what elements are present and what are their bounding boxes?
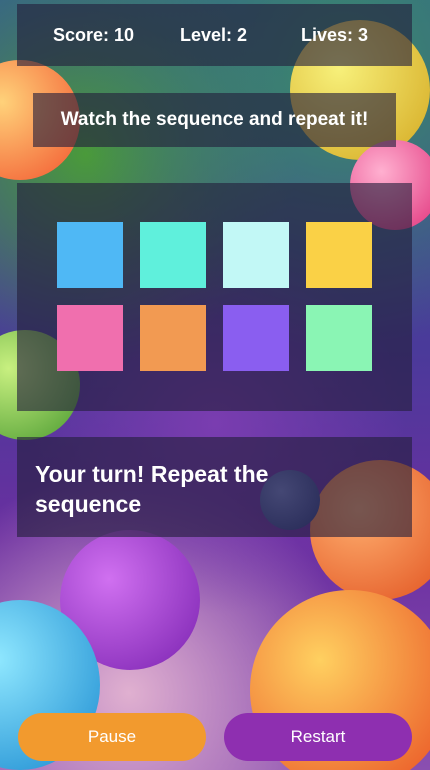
tile-purple[interactable] — [223, 305, 289, 371]
tile-pink[interactable] — [57, 305, 123, 371]
status-message-panel: Your turn! Repeat the sequence — [17, 437, 412, 537]
instruction-text: Watch the sequence and repeat it! — [60, 109, 369, 130]
tile-grid — [17, 183, 412, 411]
status-message: Your turn! Repeat the sequence — [35, 461, 269, 517]
score-label: Score: 10 — [53, 25, 135, 45]
lives-label: Lives: 3 — [301, 25, 369, 45]
tile-mint[interactable] — [306, 305, 372, 371]
tile-cyan[interactable] — [140, 222, 206, 288]
tile-light-cyan[interactable] — [223, 222, 289, 288]
pause-button[interactable]: Pause — [18, 713, 206, 761]
restart-button[interactable]: Restart — [224, 713, 412, 761]
tile-orange[interactable] — [140, 305, 206, 371]
level-label: Level: 2 — [180, 25, 248, 45]
hud-bar: Score: 10 Level: 2 Lives: 3 — [17, 4, 412, 66]
instruction-banner: Watch the sequence and repeat it! — [33, 93, 396, 147]
tile-yellow[interactable] — [306, 222, 372, 288]
tile-blue[interactable] — [57, 222, 123, 288]
